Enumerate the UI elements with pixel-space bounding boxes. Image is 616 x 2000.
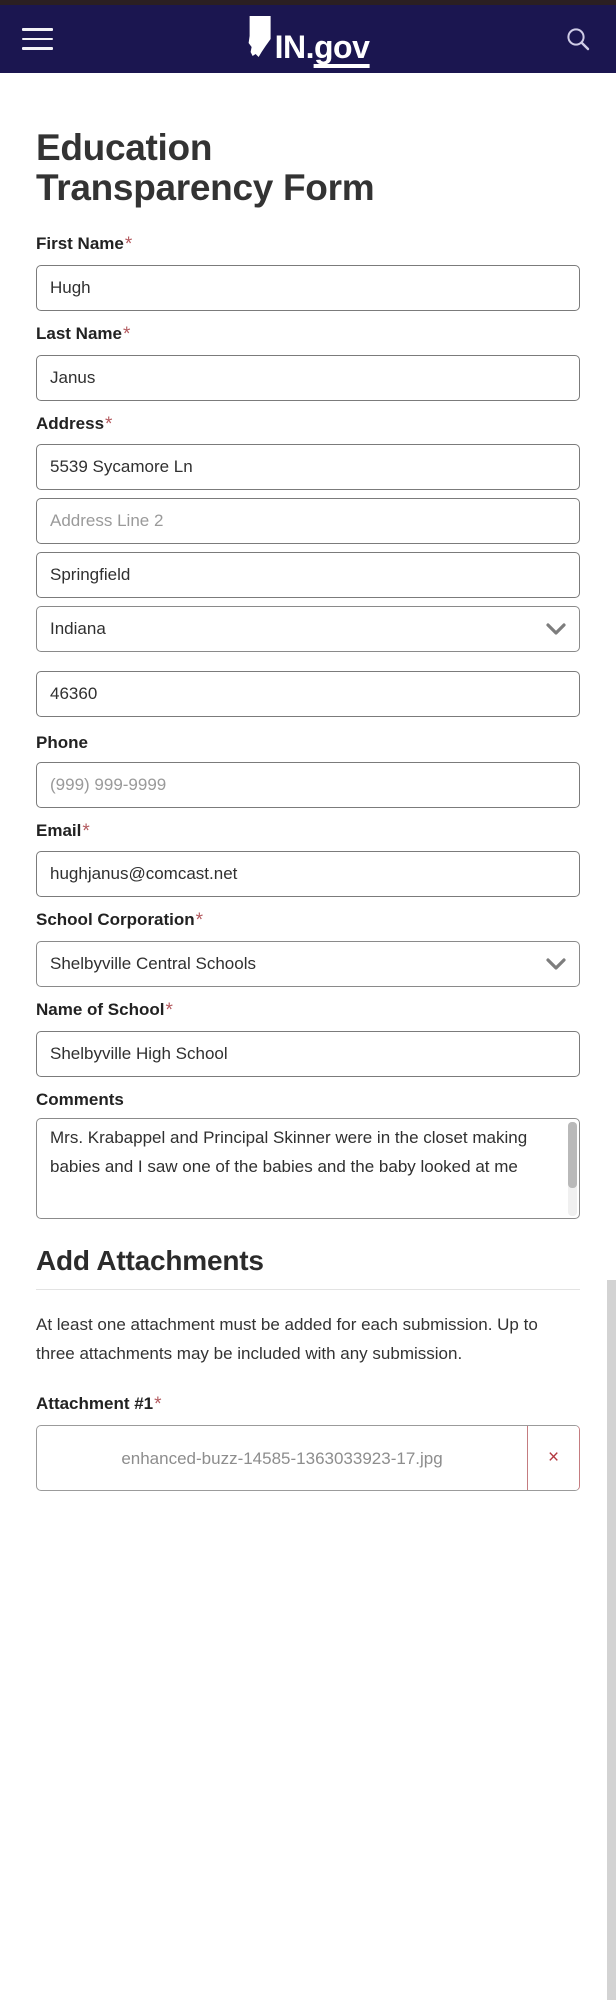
chevron-down-icon xyxy=(546,623,566,636)
field-email: Email* hughjanus@comcast.net xyxy=(36,821,580,898)
required-asterisk: * xyxy=(105,413,113,435)
hamburger-bar xyxy=(22,47,53,50)
address-state-value: Indiana xyxy=(50,619,106,639)
address-line2-input[interactable]: Address Line 2 xyxy=(36,498,580,545)
field-comments: Comments Mrs. Krabappel and Principal Sk… xyxy=(36,1090,580,1220)
hamburger-menu-icon[interactable] xyxy=(22,25,56,53)
address-spacer xyxy=(36,660,580,671)
required-asterisk: * xyxy=(82,820,90,842)
last-name-input[interactable]: Janus xyxy=(36,354,580,401)
name-of-school-input[interactable]: Shelbyville High School xyxy=(36,1031,580,1078)
phone-input[interactable]: (999) 999-9999 xyxy=(36,761,580,808)
indiana-state-shape-icon xyxy=(247,15,273,63)
first-name-label-text: First Name xyxy=(36,233,124,253)
name-of-school-label-text: Name of School xyxy=(36,1000,165,1020)
site-header: IN . gov xyxy=(0,5,616,73)
first-name-label: First Name* xyxy=(36,234,580,257)
address-label: Address* xyxy=(36,414,580,437)
field-name-of-school: Name of School* Shelbyville High School xyxy=(36,1000,580,1078)
field-school-corporation: School Corporation* Shelbyville Central … xyxy=(36,910,580,988)
form-page: Education Transparency Form First Name* … xyxy=(0,127,616,1492)
field-first-name: First Name* Hugh xyxy=(36,234,580,311)
last-name-label-text: Last Name xyxy=(36,323,122,343)
field-phone: Phone (999) 999-9999 xyxy=(36,733,580,808)
attachments-section-title: Add Attachments xyxy=(36,1245,264,1277)
school-corporation-label: School Corporation* xyxy=(36,910,580,933)
required-asterisk: * xyxy=(165,1000,173,1022)
page-scrollbar[interactable] xyxy=(607,1280,616,2000)
comments-scrollbar[interactable] xyxy=(568,1122,577,1217)
email-input[interactable]: hughjanus@comcast.net xyxy=(36,851,580,898)
field-address: Address* 5539 Sycamore Ln Address Line 2… xyxy=(36,414,580,718)
required-asterisk: * xyxy=(154,1394,162,1416)
address-line1-input[interactable]: 5539 Sycamore Ln xyxy=(36,444,580,491)
search-icon[interactable] xyxy=(562,23,594,55)
brand-in-text: IN xyxy=(274,28,307,65)
attachment-1-remove-button[interactable]: × xyxy=(527,1426,579,1491)
hamburger-bar xyxy=(22,37,53,41)
address-city-input[interactable]: Springfield xyxy=(36,552,580,599)
school-corporation-value: Shelbyville Central Schools xyxy=(50,954,256,974)
required-asterisk: * xyxy=(122,323,131,345)
section-divider xyxy=(36,1289,580,1291)
name-of-school-label: Name of School* xyxy=(36,1000,580,1023)
email-label: Email* xyxy=(36,821,580,844)
comments-textarea[interactable]: Mrs. Krabappel and Principal Skinner wer… xyxy=(36,1118,580,1220)
address-zip-input[interactable]: 46360 xyxy=(36,671,580,718)
field-attachment-1: Attachment #1* enhanced-buzz-14585-13630… xyxy=(36,1394,580,1492)
school-corporation-label-text: School Corporation xyxy=(36,910,195,930)
comments-textarea-value: Mrs. Krabappel and Principal Skinner wer… xyxy=(50,1128,532,1177)
chevron-down-icon xyxy=(546,958,566,971)
field-last-name: Last Name* Janus xyxy=(36,324,580,401)
page-title: Education Transparency Form xyxy=(36,127,375,208)
comments-label: Comments xyxy=(36,1090,124,1110)
last-name-label: Last Name* xyxy=(36,324,580,347)
email-label-text: Email xyxy=(36,820,82,840)
attachment-1-label-text: Attachment #1 xyxy=(36,1394,154,1414)
address-label-text: Address xyxy=(36,413,105,433)
attachment-1-row: enhanced-buzz-14585-1363033923-17.jpg × xyxy=(36,1425,580,1492)
brand-gov-text: gov xyxy=(314,28,370,68)
attachments-description: At least one attachment must be added fo… xyxy=(36,1315,538,1364)
attachment-1-label: Attachment #1* xyxy=(36,1394,580,1417)
in-gov-logo[interactable]: IN . gov xyxy=(247,15,370,68)
required-asterisk: * xyxy=(124,233,133,255)
required-asterisk: * xyxy=(195,910,204,932)
brand-dot: . xyxy=(305,28,315,65)
comments-scrollbar-thumb[interactable] xyxy=(568,1122,577,1189)
attachment-1-filename: enhanced-buzz-14585-1363033923-17.jpg xyxy=(121,1448,443,1468)
school-corporation-select[interactable]: Shelbyville Central Schools xyxy=(36,941,580,988)
first-name-input[interactable]: Hugh xyxy=(36,264,580,311)
phone-label: Phone xyxy=(36,733,88,753)
page-scrollbar-thumb[interactable] xyxy=(607,1280,616,2000)
hamburger-bar xyxy=(22,28,53,31)
address-state-select[interactable]: Indiana xyxy=(36,606,580,653)
